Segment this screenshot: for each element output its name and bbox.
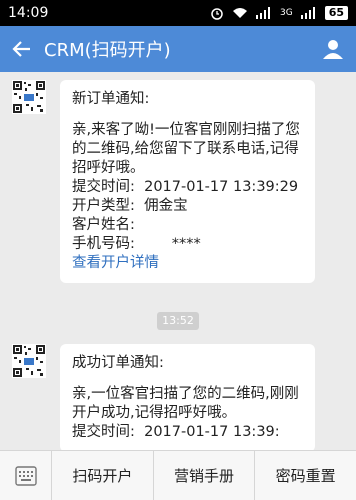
message-bubble: 成功订单通知: 亲,一位客官扫描了您的二维码,刚刚开户成功,记得招呼好哦。 提交… — [60, 344, 315, 450]
phone-number: 手机号码: **** — [72, 236, 201, 252]
customer-name: 客户姓名: — [72, 217, 135, 233]
back-button[interactable] — [0, 26, 44, 72]
message-body: 亲,一位客官扫描了您的二维码,刚刚开户成功,记得招呼好哦。 — [72, 386, 299, 421]
alarm-icon — [211, 8, 223, 20]
signal-icon-2 — [300, 7, 315, 19]
time-divider: 13:52 — [157, 312, 199, 330]
chat-area[interactable]: 新订单通知: 亲,来客了呦!一位客官刚刚扫描了您的二维码,给您留下了联系电话,记… — [0, 72, 356, 450]
status-time: 14:09 — [8, 5, 49, 21]
message-body: 亲,来客了呦!一位客官刚刚扫描了您的二维码,给您留下了联系电话,记得招呼好哦。 — [72, 122, 300, 176]
network-label: 3G — [279, 8, 293, 18]
qr-code-avatar[interactable] — [12, 80, 46, 114]
menu-scan-open-account[interactable]: 扫码开户 — [52, 451, 154, 500]
bottom-menu: 扫码开户 营销手册 密码重置 — [0, 450, 356, 500]
message-title: 成功订单通知: — [72, 355, 164, 371]
account-type: 开户类型: 佣金宝 — [72, 198, 188, 214]
profile-button[interactable] — [310, 26, 356, 72]
message-title: 新订单通知: — [72, 91, 150, 107]
keyboard-toggle-button[interactable] — [0, 451, 52, 500]
title-bar: CRM(扫码开户) — [0, 26, 356, 72]
menu-password-reset[interactable]: 密码重置 — [255, 451, 356, 500]
menu-marketing-manual[interactable]: 营销手册 — [154, 451, 256, 500]
view-details-link[interactable]: 查看开户详情 — [72, 254, 303, 273]
submit-time: 提交时间: 2017-01-17 13:39: — [72, 424, 280, 440]
qr-code-avatar[interactable] — [12, 344, 46, 378]
status-icons: 3G 65 — [210, 6, 348, 20]
back-arrow-icon — [12, 41, 30, 57]
keyboard-icon — [14, 465, 37, 486]
signal-icon — [255, 7, 270, 19]
user-profile-icon — [323, 40, 343, 59]
page-title: CRM(扫码开户) — [44, 40, 171, 61]
wifi-icon — [232, 8, 247, 18]
battery-level: 65 — [324, 6, 348, 20]
message-bubble: 新订单通知: 亲,来客了呦!一位客官刚刚扫描了您的二维码,给您留下了联系电话,记… — [60, 80, 315, 283]
status-bar: 14:09 3G 65 — [0, 0, 356, 26]
submit-time: 提交时间: 2017-01-17 13:39:29 — [72, 179, 299, 195]
